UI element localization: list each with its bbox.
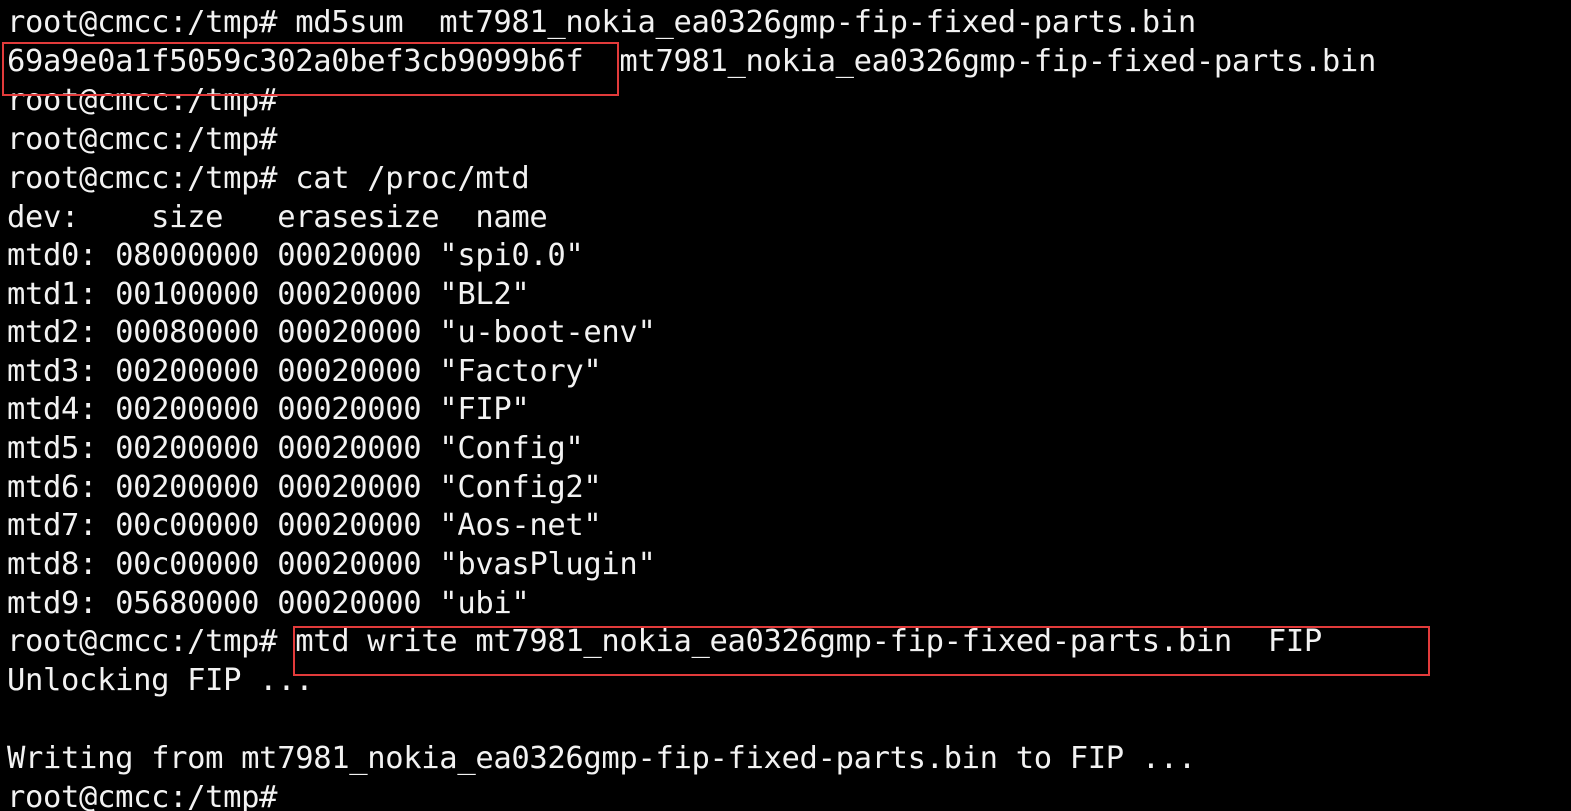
- terminal-line-prompt: root@cmcc:/tmp#: [7, 122, 278, 157]
- terminal-line-prompt: root@cmcc:/tmp#: [7, 780, 278, 811]
- terminal-line-mtd-header: dev: size erasesize name: [7, 200, 548, 235]
- terminal-line-mtd-entry: mtd3: 00200000 00020000 "Factory": [7, 354, 602, 389]
- terminal-window[interactable]: root@cmcc:/tmp# md5sum mt7981_nokia_ea03…: [0, 0, 1571, 811]
- terminal-line-prompt: root@cmcc:/tmp#: [7, 83, 278, 118]
- terminal-line-mtd-entry: mtd4: 00200000 00020000 "FIP": [7, 392, 530, 427]
- terminal-line-cat-command: root@cmcc:/tmp# cat /proc/mtd: [7, 161, 530, 196]
- terminal-line-unlocking: Unlocking FIP ...: [7, 663, 314, 698]
- terminal-line-md5sum-output: 69a9e0a1f5059c302a0bef3cb9099b6f mt7981_…: [7, 44, 1376, 79]
- terminal-line-mtd-entry: mtd6: 00200000 00020000 "Config2": [7, 470, 602, 505]
- terminal-line-mtd-entry: mtd0: 08000000 00020000 "spi0.0": [7, 238, 584, 273]
- terminal-line-mtd-entry: mtd2: 00080000 00020000 "u-boot-env": [7, 315, 656, 350]
- terminal-line-writing: Writing from mt7981_nokia_ea0326gmp-fip-…: [7, 741, 1196, 776]
- terminal-line-mtd-write-command: root@cmcc:/tmp# mtd write mt7981_nokia_e…: [7, 624, 1322, 659]
- terminal-line-mtd-entry: mtd9: 05680000 00020000 "ubi": [7, 586, 530, 621]
- terminal-line-mtd-entry: mtd1: 00100000 00020000 "BL2": [7, 277, 530, 312]
- terminal-line-mtd-entry: mtd8: 00c00000 00020000 "bvasPlugin": [7, 547, 656, 582]
- terminal-line-mtd-entry: mtd5: 00200000 00020000 "Config": [7, 431, 584, 466]
- terminal-line-mtd-entry: mtd7: 00c00000 00020000 "Aos-net": [7, 508, 602, 543]
- terminal-line-md5sum-command: root@cmcc:/tmp# md5sum mt7981_nokia_ea03…: [7, 5, 1196, 40]
